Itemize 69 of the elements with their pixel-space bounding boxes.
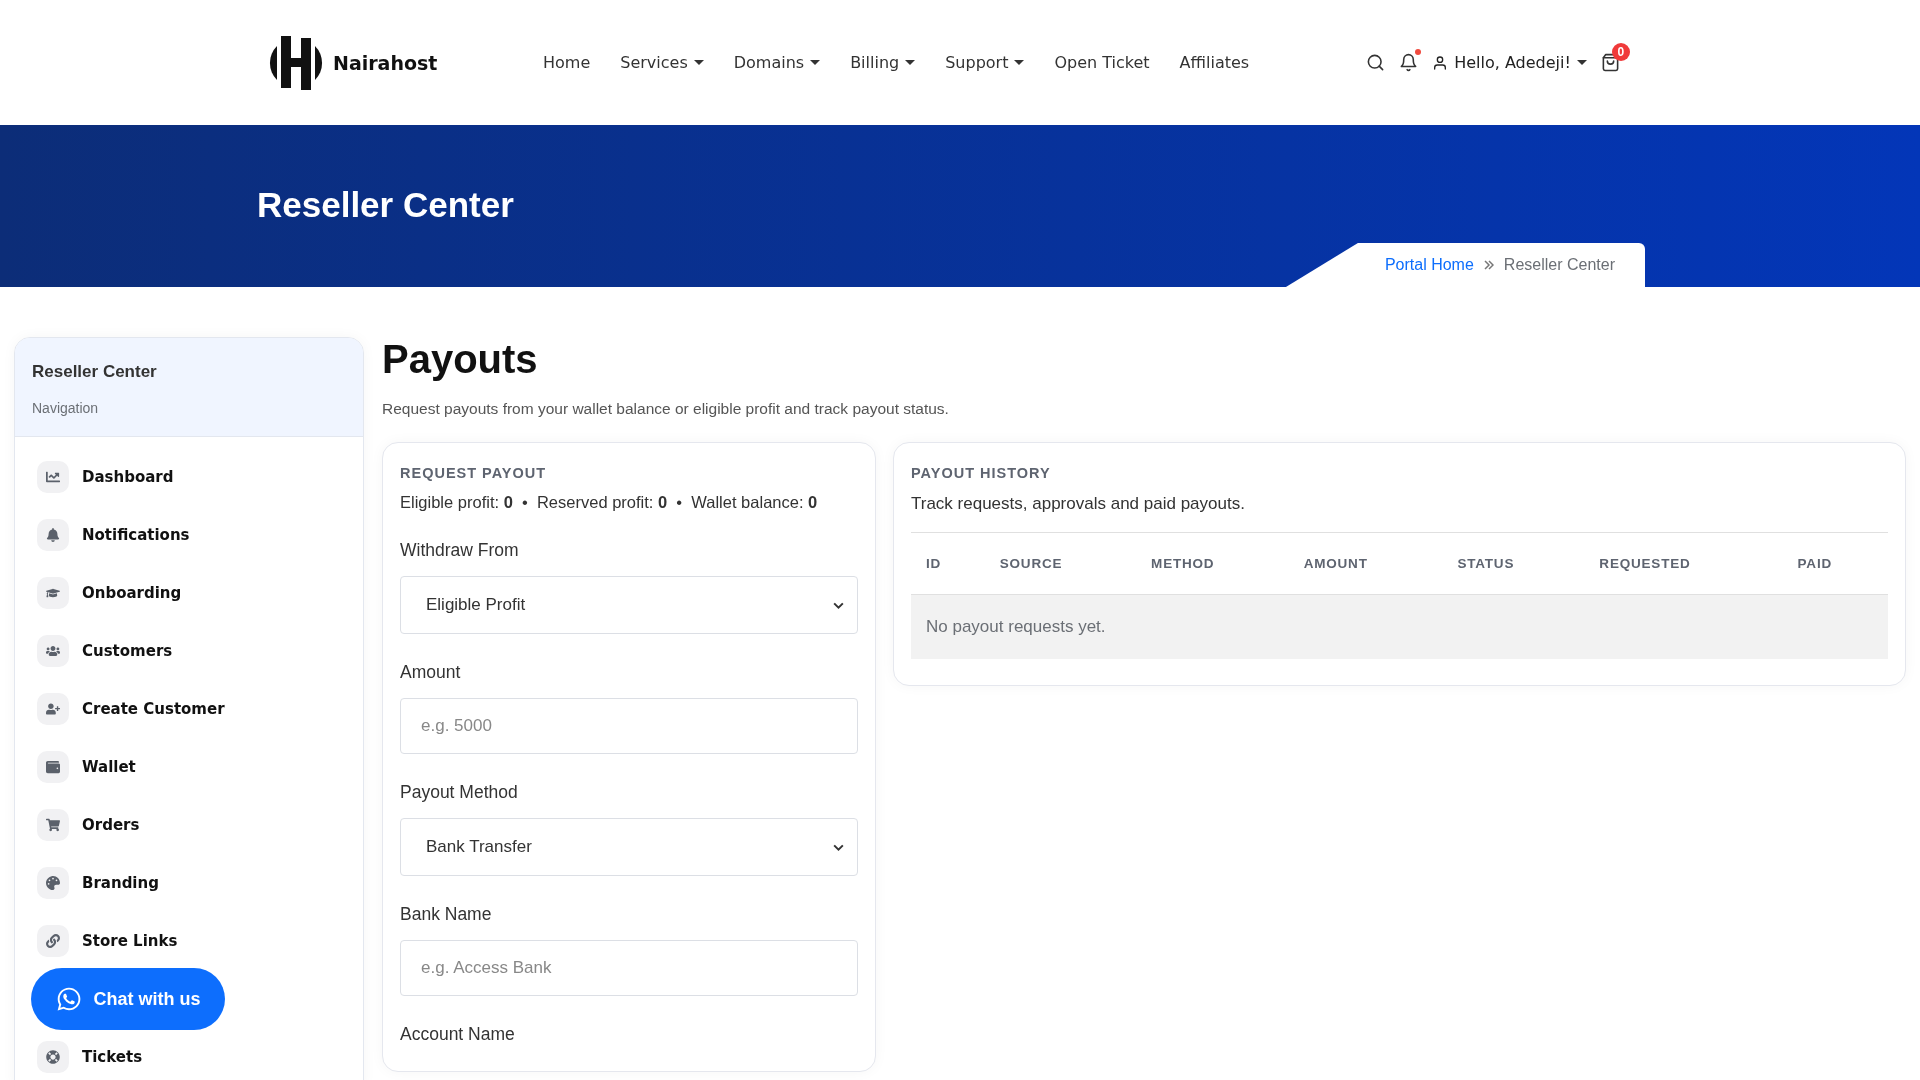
cart-count-badge: 0 [1611, 43, 1630, 61]
sidebar-item[interactable]: Branding [37, 867, 341, 899]
column-header: ID [911, 532, 985, 595]
column-header: STATUS [1442, 532, 1585, 595]
breadcrumb-link[interactable]: Portal Home [1384, 256, 1474, 274]
nav-link[interactable]: Open Ticket [1054, 53, 1150, 72]
nav-link[interactable]: Billing [850, 53, 916, 72]
breadcrumb-link[interactable]: Reseller Center [1503, 256, 1615, 274]
field-label: Withdraw From [400, 540, 520, 561]
wallet-icon [37, 751, 69, 783]
link-icon [37, 925, 69, 957]
sidebar-title: Reseller Center [32, 362, 158, 382]
card-description: Track requests, approvals and paid payouts. [911, 494, 1246, 514]
sidebar-subtitle: Navigation [32, 400, 100, 416]
chart-icon [37, 461, 69, 493]
search-icon[interactable] [1366, 53, 1386, 72]
select-field[interactable]: Eligible Profit [400, 576, 858, 634]
page-subtitle: Request payouts from your wallet balance or eligible profit and track payout status. [382, 400, 950, 418]
cart-icon [37, 809, 69, 841]
select-field[interactable]: Bank Transfer [400, 818, 858, 876]
column-header: SOURCE [984, 532, 1137, 595]
caret-icon [1014, 60, 1025, 65]
field-label: Account Name [400, 1024, 516, 1045]
sidebar-item[interactable]: Create Customer [37, 693, 341, 725]
graduation-cap-icon [37, 577, 69, 609]
field-label: Payout Method [400, 782, 519, 803]
cart-icon[interactable] [1600, 53, 1620, 72]
users-icon [37, 635, 69, 667]
card-heading: PAYOUT HISTORY [911, 465, 1052, 481]
caret-icon [693, 60, 704, 65]
field-label: Amount [400, 662, 462, 683]
sidebar-item[interactable]: Customers [37, 635, 341, 667]
card-heading: REQUEST PAYOUT [400, 465, 548, 481]
input-field[interactable]: e.g. 5000 [400, 698, 858, 754]
field-label: Bank Name [400, 904, 493, 925]
chevrons-right-icon [1483, 260, 1494, 270]
nav-link[interactable]: Home [543, 53, 591, 72]
caret-icon [810, 60, 821, 65]
column-header: REQUESTED [1584, 532, 1783, 595]
sidebar-item[interactable]: Onboarding [37, 577, 341, 609]
nav-link[interactable]: Domains [733, 53, 821, 72]
nav-link[interactable]: Support [945, 53, 1025, 72]
sidebar-item[interactable]: Tickets [37, 1041, 341, 1073]
caret-icon [1576, 60, 1587, 65]
column-header: METHOD [1136, 532, 1289, 595]
column-header: AMOUNT [1288, 532, 1443, 595]
caret-icon [905, 60, 916, 65]
brand-name[interactable]: Nairahost [333, 51, 438, 74]
balance-summary: Eligible profit: 0 • Reserved profit: 0 • Wallet balance: 0 [400, 493, 819, 512]
sidebar-item[interactable]: Store Links [37, 925, 341, 957]
sidebar-item[interactable]: Orders [37, 809, 341, 841]
input-field[interactable]: e.g. Access Bank [400, 940, 858, 996]
nav-link[interactable]: Services [620, 53, 704, 72]
nav-link[interactable]: Affiliates [1179, 53, 1250, 72]
sidebar-item[interactable]: Wallet [37, 751, 341, 783]
column-header: PAID [1782, 532, 1888, 595]
empty-table-message: No payout requests yet. [911, 594, 1888, 659]
whatsapp-icon [55, 986, 82, 1012]
bell-icon [37, 519, 69, 551]
banner-title: Reseller Center [257, 185, 515, 225]
sidebar-item[interactable]: Notifications [37, 519, 341, 551]
page-title: Payouts [382, 337, 539, 382]
palette-icon [37, 867, 69, 899]
user-menu[interactable]: Hello, Adedeji! [1432, 53, 1587, 72]
sidebar-item[interactable]: Dashboard [37, 461, 341, 493]
user-plus-icon [37, 693, 69, 725]
user-icon [1432, 54, 1449, 71]
lifebuoy-icon [37, 1041, 69, 1073]
chat-button[interactable]: Chat with us [31, 968, 225, 1030]
